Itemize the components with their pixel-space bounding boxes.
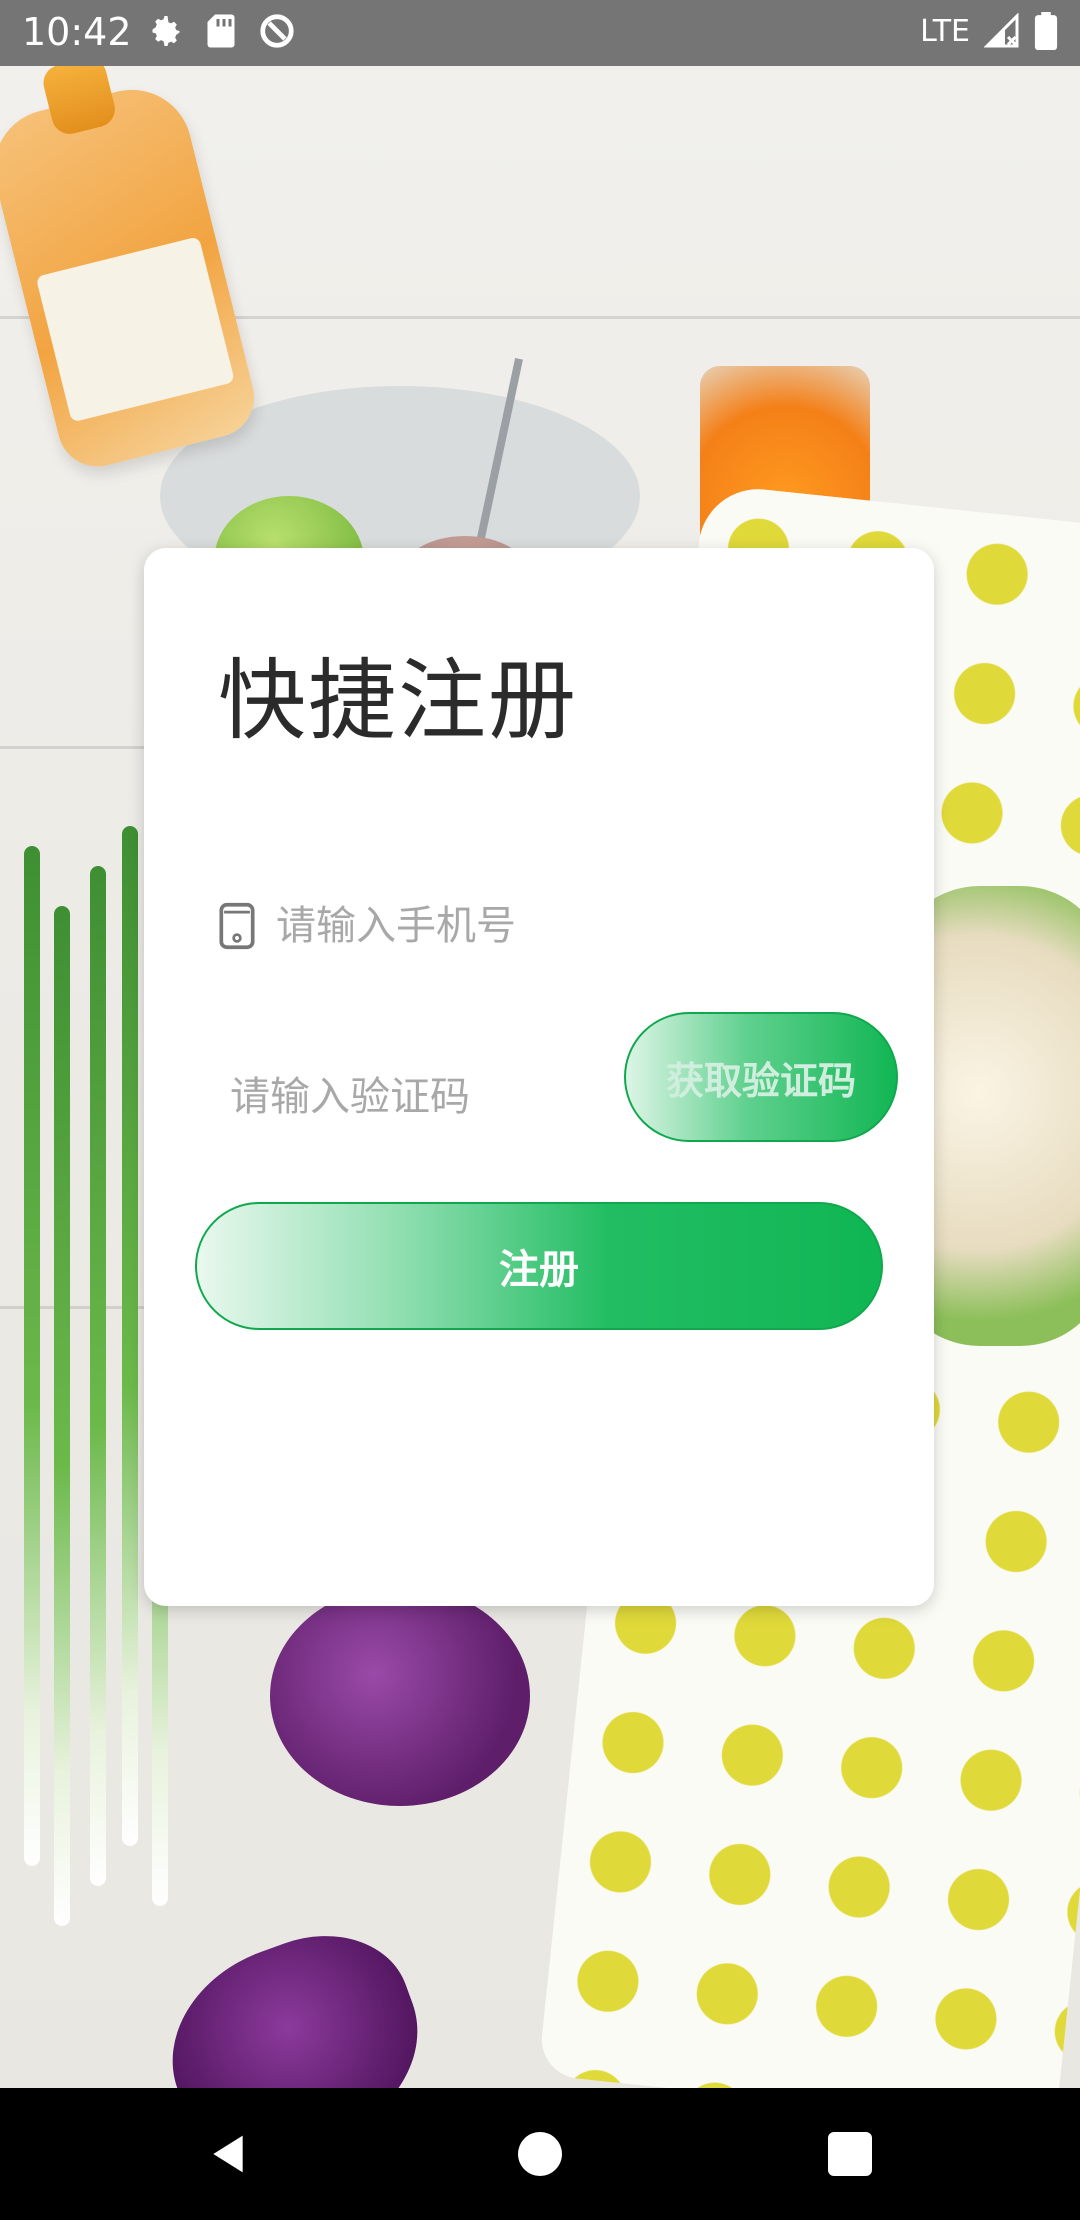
sd-card-icon bbox=[207, 14, 235, 48]
bottle-label bbox=[35, 236, 235, 423]
status-icons-right: LTE bbox=[920, 12, 1058, 50]
navigation-bar bbox=[0, 2088, 1080, 2220]
network-type: LTE bbox=[920, 13, 970, 49]
phone-icon bbox=[219, 902, 255, 950]
phone-field-row bbox=[218, 896, 698, 956]
register-card: 快捷注册 获取验证码 注册 bbox=[144, 548, 934, 1606]
green-onion-image bbox=[122, 826, 138, 1846]
green-onion-image bbox=[24, 846, 40, 1866]
sync-icon bbox=[260, 14, 294, 48]
red-cabbage-image bbox=[270, 1586, 530, 1806]
bottle-cap bbox=[39, 66, 119, 138]
green-onion-image bbox=[54, 906, 70, 1926]
page-title: 快捷注册 bbox=[218, 649, 579, 752]
cabbage-leaf-image bbox=[143, 1909, 447, 2088]
home-icon[interactable] bbox=[518, 2132, 562, 2176]
vinegar-bottle-image bbox=[0, 66, 263, 475]
green-onion-image bbox=[90, 866, 106, 1886]
back-icon[interactable] bbox=[206, 2132, 250, 2176]
recents-icon[interactable] bbox=[828, 2132, 872, 2176]
settings-icon bbox=[152, 16, 180, 46]
battery-icon bbox=[1034, 12, 1058, 50]
status-bar: 10:42 LTE bbox=[0, 0, 1080, 66]
signal-icon bbox=[984, 13, 1019, 48]
register-button[interactable]: 注册 bbox=[195, 1202, 883, 1330]
phone-input[interactable] bbox=[274, 902, 698, 950]
get-code-button[interactable]: 获取验证码 bbox=[624, 1012, 898, 1142]
status-time: 10:42 bbox=[22, 10, 132, 54]
verification-code-input[interactable] bbox=[228, 1066, 592, 1128]
status-icons-left bbox=[148, 12, 296, 50]
